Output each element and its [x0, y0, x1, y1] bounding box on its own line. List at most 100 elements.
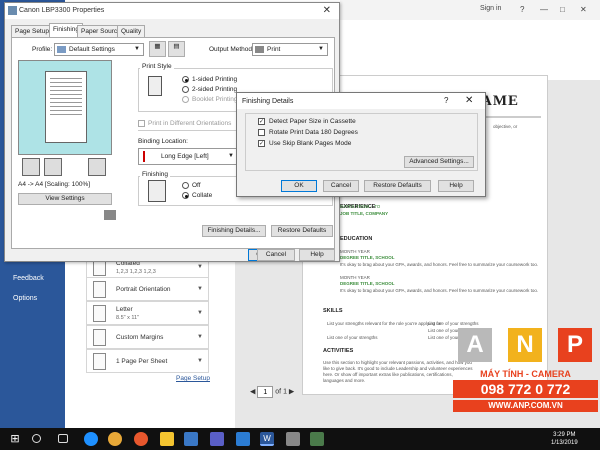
mail-icon[interactable] [236, 432, 250, 446]
edit-profile-button[interactable]: ▤ [168, 41, 185, 57]
skip-blank-checkbox[interactable]: ✓ [258, 140, 265, 147]
profile-icon [57, 46, 66, 53]
anp-phone: 098 772 0 772 [453, 380, 598, 398]
setting-pages-per-sheet[interactable]: 1 Page Per Sheet ▼ [86, 349, 209, 373]
chevron-down-icon: ▼ [318, 46, 324, 52]
edu-body: It's okay to brag about your GPA, awards… [340, 288, 539, 293]
page-icon [93, 353, 106, 370]
setting-paper-size[interactable]: Letter 8.5" x 11" ▼ [86, 301, 209, 325]
add-profile-button[interactable]: ▦ [149, 41, 166, 57]
minimize-icon[interactable]: — [540, 5, 548, 14]
chevron-down-icon: ▼ [197, 264, 203, 270]
help-button[interactable]: Help [438, 180, 474, 192]
restore-defaults-button[interactable]: Restore Defaults [271, 225, 333, 237]
help-icon[interactable]: ? [520, 5, 524, 14]
company-line: JOB TITLE, COMPANY [340, 211, 389, 216]
page-number-input[interactable] [257, 386, 274, 398]
page-navigator: ◀ of 1 ▶ [250, 386, 294, 398]
help-icon[interactable]: ? [444, 96, 448, 105]
preview-caption: A4 -> A4 [Scaling: 100%] [18, 181, 91, 188]
printer-status-icon[interactable] [104, 210, 116, 220]
portrait-icon [93, 281, 106, 298]
rotate-print-checkbox[interactable] [258, 129, 265, 136]
section-activities: ACTIVITIES [323, 348, 354, 354]
firefox-icon[interactable] [134, 432, 148, 446]
setting-title: Letter [116, 306, 133, 313]
finishing-collate: Collate [192, 192, 213, 199]
clock-date: 1/13/2019 [551, 440, 578, 446]
close-icon[interactable]: ✕ [323, 5, 331, 16]
restore-defaults-button[interactable]: Restore Defaults [364, 180, 431, 192]
edge-icon[interactable] [84, 432, 98, 446]
output-method-dropdown[interactable]: Print ▼ [252, 43, 328, 56]
cancel-button[interactable]: Cancel [257, 249, 295, 261]
clock[interactable]: 3:29 PM 1/13/2019 [551, 431, 578, 447]
tab-page-setup[interactable]: Page Setup [11, 25, 53, 37]
maximize-icon[interactable]: □ [560, 5, 565, 14]
skill-item: List one of your strengths [428, 321, 479, 326]
radio-finishing-off[interactable] [182, 182, 189, 189]
app-icon[interactable] [310, 432, 324, 446]
divider [481, 116, 541, 118]
finishing-details-button[interactable]: Finishing Details... [202, 225, 266, 237]
settings-icon[interactable] [286, 432, 300, 446]
rotate-print-label: Rotate Print Data 180 Degrees [269, 129, 358, 136]
explorer-icon[interactable] [160, 432, 174, 446]
task-view-icon[interactable] [58, 434, 68, 443]
setting-margins[interactable]: Custom Margins ▼ [86, 325, 209, 349]
setting-title: Portrait Orientation [116, 286, 171, 293]
radio-1-sided[interactable] [182, 76, 189, 83]
search-icon[interactable] [32, 434, 41, 443]
section-education: EDUCATION [340, 236, 373, 242]
binding-icon [143, 151, 151, 162]
nav-options[interactable]: Options [13, 295, 37, 302]
help-button[interactable]: Help [299, 249, 335, 261]
binding-value: Long Edge [Left] [161, 153, 209, 160]
windows-start-icon[interactable]: ⊞ [8, 432, 22, 446]
print-style-title: Print Style [140, 63, 174, 70]
setting-sub: 8.5" x 11" [116, 315, 140, 321]
word-icon[interactable]: W [260, 432, 274, 446]
detect-paper-checkbox[interactable]: ✓ [258, 118, 265, 125]
radio-finishing-collate[interactable] [182, 192, 189, 199]
page-setup-link[interactable]: Page Setup [176, 375, 210, 382]
taskbar: ⊞ W 3:29 PM 1/13/2019 [0, 428, 600, 450]
stack-icon [22, 158, 40, 176]
radio-booklet[interactable] [182, 96, 189, 103]
paper-icon [93, 305, 106, 322]
radio-2-sided[interactable] [182, 86, 189, 93]
profile-dropdown[interactable]: Default Settings ▼ [54, 43, 144, 56]
ok-button[interactable]: OK [281, 180, 317, 192]
finishing-details-dialog: Finishing Details ? ✕ ✓ Detect Paper Siz… [236, 92, 486, 197]
binding-label: Binding Location: [138, 138, 188, 145]
binding-dropdown[interactable]: Long Edge [Left] ▼ [138, 148, 238, 165]
chevron-down-icon: ▼ [197, 286, 203, 292]
chevron-down-icon: ▼ [197, 310, 203, 316]
finishing-title: Finishing [140, 171, 171, 178]
edu-year: MONTH YEAR [340, 275, 370, 280]
teams-icon[interactable] [210, 432, 224, 446]
advanced-settings-button[interactable]: Advanced Settings... [404, 156, 474, 168]
tab-quality[interactable]: Quality [117, 25, 146, 37]
detect-paper-label: Detect Paper Size in Cassette [269, 118, 356, 125]
orientation-checkbox[interactable] [138, 120, 145, 127]
setting-title: Custom Margins [116, 334, 164, 341]
window-title: Canon LBP3300 Properties [19, 7, 105, 14]
close-icon[interactable]: ✕ [580, 5, 587, 14]
properties-titlebar[interactable]: Canon LBP3300 Properties ✕ [5, 3, 339, 19]
layout-thumbnails [18, 156, 112, 178]
clock-time: 3:29 PM [553, 432, 576, 438]
setting-orientation[interactable]: Portrait Orientation ▼ [86, 277, 209, 301]
cancel-button[interactable]: Cancel [323, 180, 359, 192]
chrome-icon[interactable] [108, 432, 122, 446]
nav-feedback[interactable]: Feedback [13, 275, 44, 282]
option-2-sided: 2-sided Printing [192, 86, 238, 93]
dialog-titlebar[interactable]: Finishing Details ? ✕ [237, 93, 485, 109]
close-icon[interactable]: ✕ [465, 95, 473, 106]
view-settings-button[interactable]: View Settings [18, 193, 112, 205]
skill-item: List your strengths relevant for the rol… [327, 321, 442, 326]
printer-icon [8, 6, 17, 15]
store-icon[interactable] [184, 432, 198, 446]
page-count: of 1 [275, 388, 287, 396]
sign-in-link[interactable]: Sign in [480, 5, 501, 12]
